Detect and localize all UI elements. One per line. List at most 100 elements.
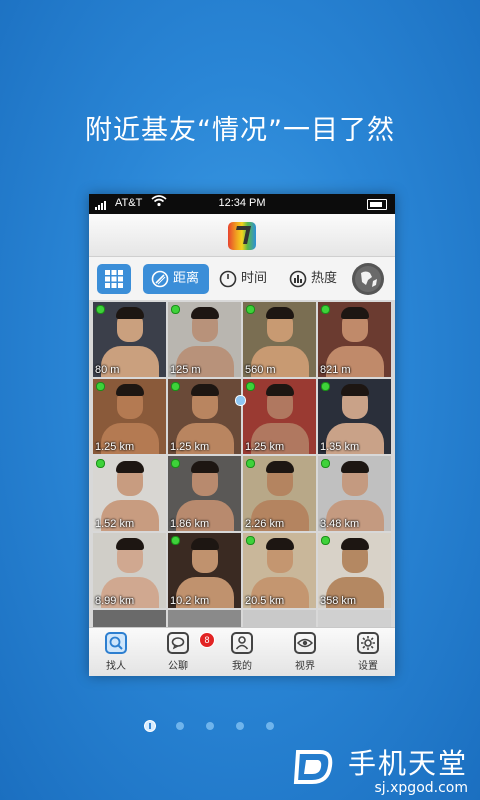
distance-label: 125 m (170, 364, 201, 376)
distance-label: 1.52 km (95, 518, 135, 530)
watermark-title: 手机天堂 (347, 747, 468, 780)
page-dot[interactable] (176, 722, 184, 730)
distance-label: 8.99 km (95, 595, 135, 607)
online-status-dot (171, 459, 180, 468)
phone-screenshot: AT&T 12:34 PM 距离 时间 热度 80 m 125 m 560 m … (89, 194, 395, 676)
page-dot[interactable] (236, 722, 244, 730)
tabbar-public-chat[interactable]: 8 公聊 (153, 632, 215, 676)
photo-hair (341, 538, 369, 550)
distance-label: 1.35 km (320, 441, 360, 453)
user-photo-tile[interactable]: 3.48 km (318, 456, 391, 531)
filter-toolbar: 距离 时间 热度 (89, 257, 395, 301)
online-status-dot (246, 459, 255, 468)
user-photo-tile[interactable] (168, 610, 241, 627)
user-photo-tile[interactable]: 1.25 km (243, 379, 316, 454)
online-status-dot (246, 536, 255, 545)
online-status-dot (321, 459, 330, 468)
online-status-dot (96, 305, 105, 314)
distance-label: 80 m (95, 364, 120, 376)
compass-icon (151, 270, 169, 300)
tabbar-settings-label: 设置 (358, 661, 378, 672)
unread-badge: 8 (199, 632, 215, 648)
distance-label: 1.25 km (245, 441, 285, 453)
photo-hair (191, 538, 219, 550)
globe-icon (355, 266, 381, 292)
person-icon (231, 632, 253, 654)
user-photo-tile[interactable]: 8.99 km (93, 533, 166, 608)
user-photo-tile[interactable]: 2.26 km (243, 456, 316, 531)
user-photo-tile[interactable]: 1.86 km (168, 456, 241, 531)
user-photo-tile[interactable]: 10.2 km (168, 533, 241, 608)
photo-hair (341, 307, 369, 319)
page-dot-active[interactable] (144, 720, 156, 732)
search-icon (105, 632, 127, 654)
tab-distance[interactable]: 距离 (143, 264, 209, 294)
distance-label: 20.5 km (245, 595, 285, 607)
gear-icon (357, 632, 379, 654)
page-dot[interactable] (266, 722, 274, 730)
distance-label: 1.25 km (170, 441, 210, 453)
tabbar-settings[interactable]: 设置 (343, 632, 393, 676)
online-status-dot (321, 305, 330, 314)
distance-label: 560 m (245, 364, 276, 376)
grid-icon (105, 270, 123, 288)
user-photo-tile[interactable]: 358 km (318, 533, 391, 608)
user-photo-tile[interactable]: 1.25 km (168, 379, 241, 454)
bar-chart-icon (289, 270, 307, 300)
clock-icon (219, 270, 237, 300)
watermark: 手机天堂 sj.xpgod.com (293, 742, 468, 796)
user-photo-grid: 80 m 125 m 560 m 821 m 1.25 km 1.25 km 1.25 km… (89, 300, 395, 627)
globe-button[interactable] (352, 263, 384, 295)
distance-label: 2.26 km (245, 518, 285, 530)
eye-icon (294, 632, 316, 654)
tab-time-label: 时间 (241, 271, 268, 286)
user-photo-tile[interactable]: 1.35 km (318, 379, 391, 454)
distance-label: 1.25 km (95, 441, 135, 453)
photo-hair (341, 461, 369, 473)
user-photo-tile[interactable]: 80 m (93, 302, 166, 377)
status-bar: AT&T 12:34 PM (89, 194, 395, 214)
online-status-dot (321, 382, 330, 391)
headline: 附近基友“情况”一目了然 (85, 115, 395, 146)
photo-hair (266, 538, 294, 550)
user-photo-tile[interactable] (318, 610, 391, 627)
watermark-logo-icon (293, 750, 333, 784)
photo-hair (116, 538, 144, 550)
photo-hair (116, 307, 144, 319)
online-status-dot (96, 459, 105, 468)
page-dot[interactable] (206, 722, 214, 730)
grid-view-button[interactable] (97, 264, 131, 294)
photo-hair (191, 461, 219, 473)
photo-hair (266, 461, 294, 473)
photo-hair (116, 384, 144, 396)
online-status-dot (246, 382, 255, 391)
user-photo-tile[interactable]: 125 m (168, 302, 241, 377)
scroll-indicator (235, 395, 246, 406)
photo-hair (341, 384, 369, 396)
photo-hair (266, 307, 294, 319)
bottom-tab-bar: 找人 8 公聊 我的 视界 设置 (89, 627, 395, 676)
user-photo-tile[interactable] (243, 610, 316, 627)
tabbar-find-people-label: 找人 (106, 661, 126, 672)
user-photo-tile[interactable] (93, 610, 166, 627)
user-photo-tile[interactable]: 1.52 km (93, 456, 166, 531)
distance-label: 10.2 km (170, 595, 210, 607)
app-header (89, 214, 395, 257)
tabbar-view[interactable]: 视界 (280, 632, 330, 676)
online-status-dot (96, 382, 105, 391)
photo-hair (191, 307, 219, 319)
online-status-dot (321, 536, 330, 545)
tabbar-mine[interactable]: 我的 (217, 632, 267, 676)
user-photo-tile[interactable]: 1.25 km (93, 379, 166, 454)
online-status-dot (171, 382, 180, 391)
tab-time[interactable]: 时间 (211, 264, 277, 294)
tab-distance-label: 距离 (173, 271, 200, 286)
tab-popularity[interactable]: 热度 (281, 264, 347, 294)
tabbar-mine-label: 我的 (232, 661, 252, 672)
user-photo-tile[interactable]: 821 m (318, 302, 391, 377)
user-photo-tile[interactable]: 20.5 km (243, 533, 316, 608)
tabbar-find-people[interactable]: 找人 (91, 632, 141, 676)
status-time: 12:34 PM (218, 197, 266, 209)
tabbar-public-chat-label: 公聊 (168, 661, 188, 672)
user-photo-tile[interactable]: 560 m (243, 302, 316, 377)
